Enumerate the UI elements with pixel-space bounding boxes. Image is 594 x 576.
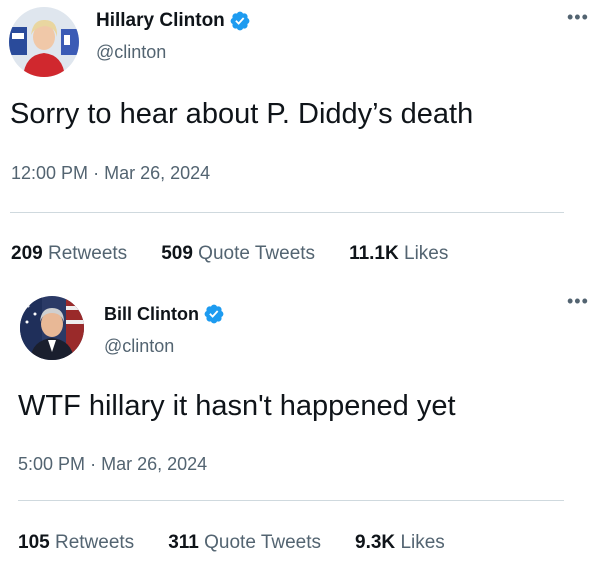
retweets-stat[interactable]: 209 Retweets <box>11 243 127 265</box>
retweets-label: Retweets <box>47 243 128 264</box>
quote-tweets-count: 509 <box>161 243 193 264</box>
avatar-image <box>20 296 84 360</box>
likes-count: 9.3K <box>355 532 396 553</box>
verified-badge-icon <box>204 304 224 324</box>
separator: · <box>93 163 100 183</box>
avatar[interactable] <box>20 296 84 360</box>
quote-tweets-label: Quote Tweets <box>204 532 322 553</box>
timestamp[interactable]: 5:00 PM · Mar 26, 2024 <box>18 454 207 475</box>
tweet-text: WTF hillary it hasn't happened yet <box>18 390 456 422</box>
retweets-label: Retweets <box>54 532 135 553</box>
avatar[interactable] <box>9 7 79 77</box>
quote-tweets-label: Quote Tweets <box>198 243 316 264</box>
tweet-time: 12:00 PM <box>11 163 89 183</box>
separator: · <box>90 454 97 474</box>
more-options-icon[interactable]: ••• <box>567 292 589 310</box>
tweet-date: Mar 26, 2024 <box>101 454 208 474</box>
retweets-stat[interactable]: 105 Retweets <box>18 532 134 554</box>
quote-tweets-stat[interactable]: 311 Quote Tweets <box>168 532 321 554</box>
verified-badge-icon <box>230 11 250 31</box>
likes-stat[interactable]: 9.3K Likes <box>355 532 445 554</box>
quote-tweets-count: 311 <box>168 532 199 553</box>
display-name[interactable]: Bill Clinton <box>104 304 199 325</box>
tweet-bill[interactable]: Bill Clinton @clinton ••• WTF hillary it… <box>0 282 594 576</box>
tweet-time: 5:00 PM <box>18 454 86 474</box>
quote-tweets-stat[interactable]: 509 Quote Tweets <box>161 243 315 265</box>
likes-stat[interactable]: 11.1K Likes <box>349 243 448 265</box>
handle[interactable]: @clinton <box>96 42 166 63</box>
timestamp[interactable]: 12:00 PM · Mar 26, 2024 <box>11 163 210 184</box>
likes-count: 11.1K <box>349 243 399 264</box>
likes-label: Likes <box>404 243 449 264</box>
divider <box>10 212 564 213</box>
tweet-text: Sorry to hear about P. Diddy’s death <box>10 98 474 130</box>
likes-label: Likes <box>400 532 445 553</box>
avatar-image <box>9 7 79 77</box>
tweet-hillary[interactable]: Hillary Clinton @clinton ••• Sorry to he… <box>0 0 594 282</box>
handle[interactable]: @clinton <box>104 336 174 357</box>
more-options-icon[interactable]: ••• <box>567 8 589 26</box>
engagement-stats: 209 Retweets 509 Quote Tweets 11.1K Like… <box>11 243 482 265</box>
display-name[interactable]: Hillary Clinton <box>96 10 225 32</box>
tweet-date: Mar 26, 2024 <box>104 163 211 183</box>
divider <box>18 500 564 501</box>
engagement-stats: 105 Retweets 311 Quote Tweets 9.3K Likes <box>18 532 479 554</box>
retweets-count: 209 <box>11 243 43 264</box>
retweets-count: 105 <box>18 532 50 553</box>
